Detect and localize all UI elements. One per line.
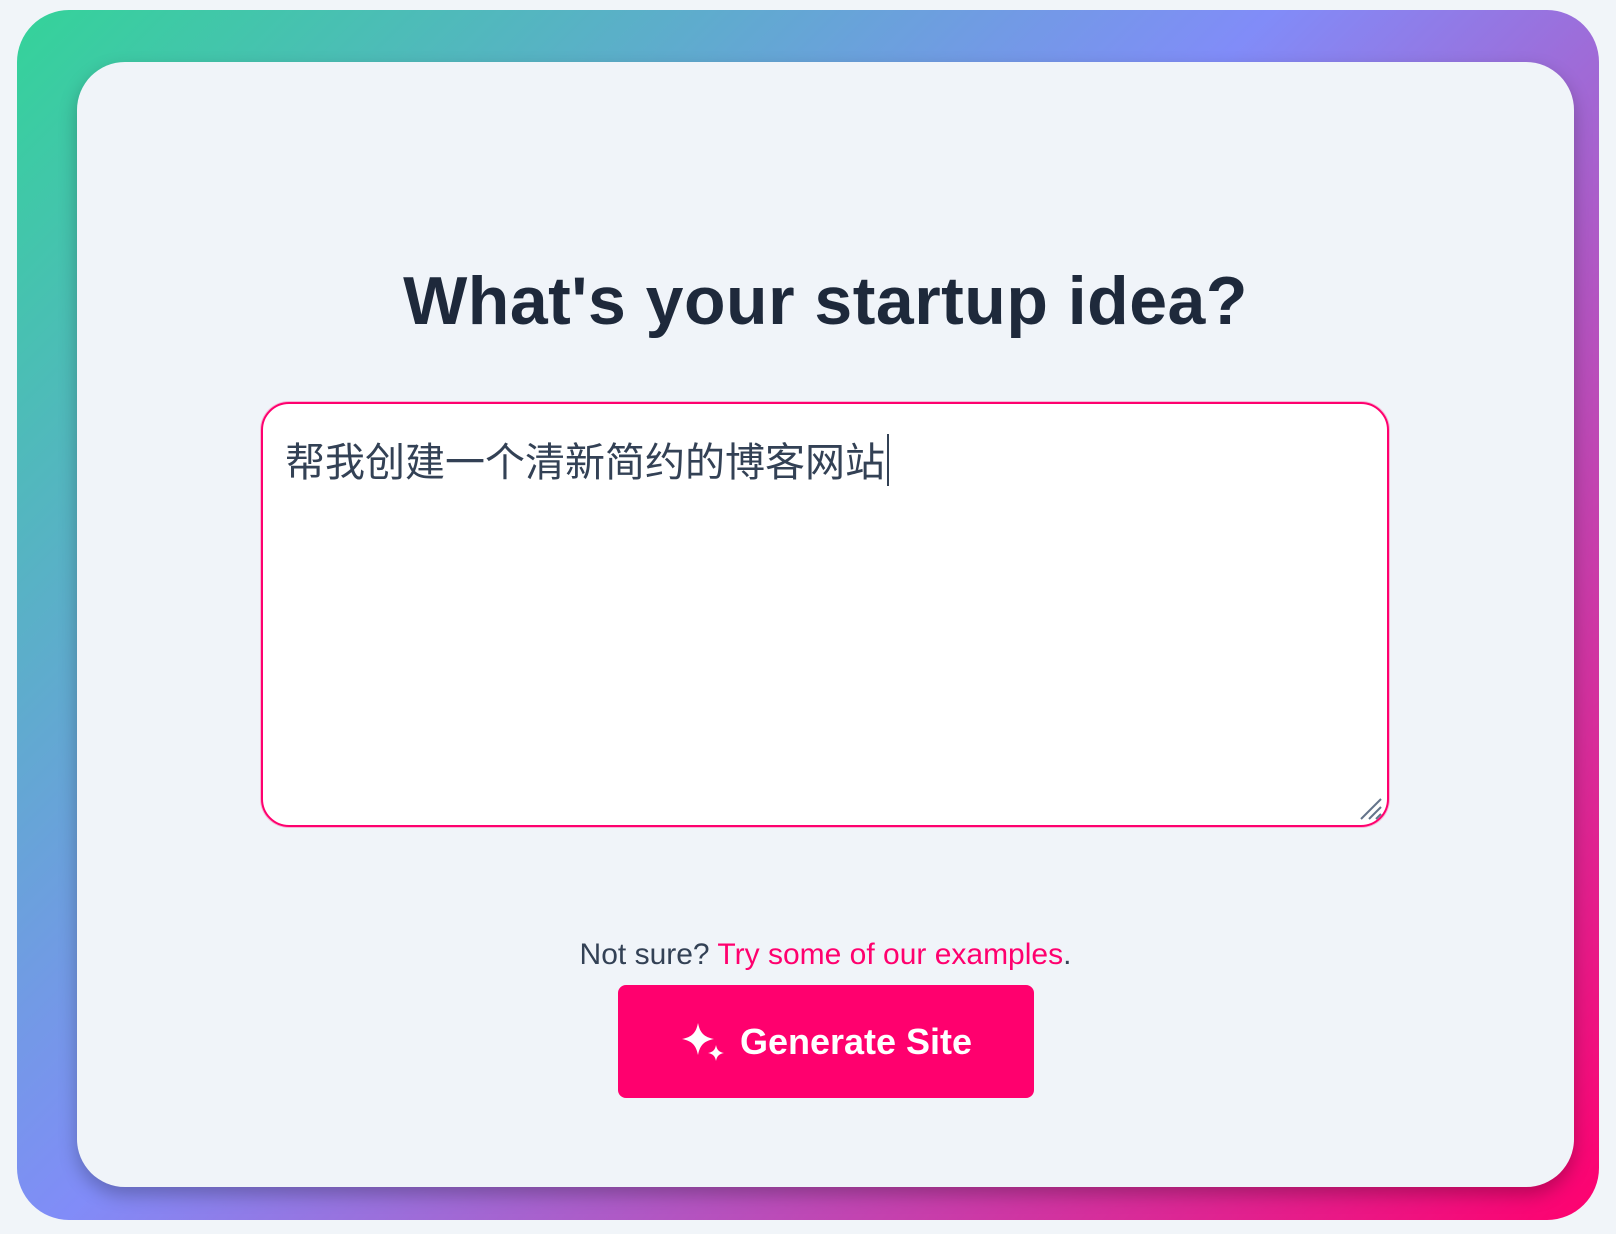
resize-handle-icon[interactable]	[1357, 795, 1383, 821]
main-card: What's your startup idea? 帮我创建一个清新简约的博客网…	[77, 62, 1574, 1187]
idea-textarea-value[interactable]: 帮我创建一个清新简约的博客网站	[285, 430, 889, 488]
hint-prefix: Not sure?	[579, 938, 710, 971]
generate-site-label: Generate Site	[739, 1020, 973, 1062]
generate-site-button[interactable]: Generate Site	[618, 985, 1034, 1098]
examples-link[interactable]: Try some of our examples	[717, 938, 1063, 971]
idea-textarea[interactable]: 帮我创建一个清新简约的博客网站	[261, 402, 1389, 827]
text-caret	[887, 434, 889, 486]
hint-suffix: .	[1063, 938, 1072, 971]
examples-hint: Not sure? Try some of our examples.	[77, 938, 1574, 972]
gradient-frame: What's your startup idea? 帮我创建一个清新简约的博客网…	[17, 10, 1599, 1220]
sparkles-icon	[681, 1022, 724, 1061]
idea-text: 帮我创建一个清新简约的博客网站	[285, 440, 885, 486]
page-title: What's your startup idea?	[403, 263, 1248, 339]
